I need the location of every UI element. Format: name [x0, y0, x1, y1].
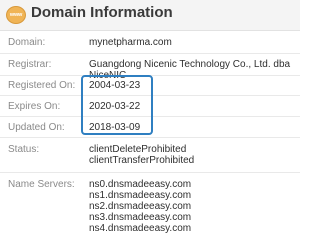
- updated-on-value: 2018-03-09: [89, 122, 141, 133]
- registrar-row: Registrar: Guangdong Nicenic Technology …: [0, 53, 300, 81]
- name-server-item: ns2.dnsmadeeasy.com: [89, 201, 192, 212]
- expires-on-row: Expires On: 2020-03-22: [0, 95, 300, 117]
- domain-row: Domain: mynetpharma.com: [0, 31, 300, 54]
- name-server-item: ns3.dnsmadeeasy.com: [89, 212, 192, 223]
- status-label: Status:: [8, 144, 40, 155]
- name-server-item: ns1.dnsmadeeasy.com: [89, 190, 192, 201]
- www-globe-icon: www: [6, 6, 26, 24]
- status-value: clientDeleteProhibited: [89, 144, 187, 155]
- registered-on-label: Registered On:: [8, 80, 76, 91]
- updated-on-row: Updated On: 2018-03-09: [0, 116, 300, 138]
- name-server-item: ns4.dnsmadeeasy.com: [89, 223, 192, 234]
- name-servers-row: Name Servers: ns0.dnsmadeeasy.com ns1.dn…: [0, 172, 300, 241]
- expires-on-value: 2020-03-22: [89, 101, 141, 112]
- updated-on-label: Updated On:: [8, 122, 65, 133]
- registrar-label: Registrar:: [8, 59, 52, 70]
- registered-on-value: 2004-03-23: [89, 80, 141, 91]
- name-servers-label: Name Servers:: [8, 179, 75, 190]
- status-value: clientTransferProhibited: [89, 155, 195, 166]
- panel-header: www Domain Information: [0, 0, 300, 31]
- name-server-item: ns0.dnsmadeeasy.com: [89, 179, 192, 190]
- registered-on-row: Registered On: 2004-03-23: [0, 75, 300, 96]
- domain-label: Domain:: [8, 37, 46, 48]
- domain-value: mynetpharma.com: [89, 37, 172, 48]
- expires-on-label: Expires On:: [8, 101, 61, 112]
- status-values: clientDeleteProhibited clientTransferPro…: [89, 144, 194, 166]
- name-server-list: ns0.dnsmadeeasy.com ns1.dnsmadeeasy.com …: [89, 179, 191, 234]
- panel-title: Domain Information: [31, 4, 173, 21]
- status-row: Status: clientDeleteProhibited clientTra…: [0, 137, 300, 173]
